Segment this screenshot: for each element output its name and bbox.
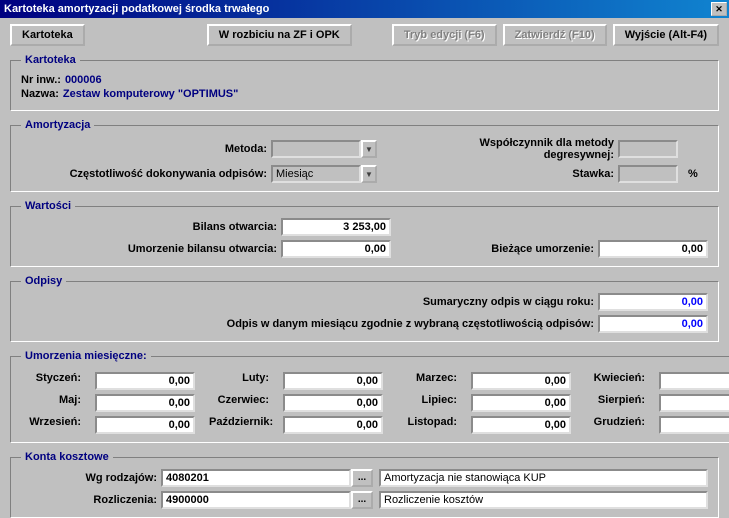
zatwierdz-button[interactable]: Zatwierdź (F10) [503, 24, 607, 46]
month-value: 0,00 [95, 394, 195, 412]
month-value: 0,00 [659, 372, 729, 390]
kartoteka-legend: Kartoteka [21, 54, 80, 66]
rodz-browse-button[interactable]: ... [351, 469, 373, 487]
month-label: Sierpień: [585, 394, 645, 412]
czest-value: Miesiąc [271, 165, 361, 183]
pct-label: % [688, 168, 708, 180]
biez-label: Bieżące umorzenie: [391, 243, 598, 255]
month-label: Czerwiec: [209, 394, 269, 412]
month-value: 0,00 [471, 394, 571, 412]
month-label: Lipiec: [397, 394, 457, 412]
rozl-browse-button[interactable]: ... [351, 491, 373, 509]
konta-legend: Konta kosztowe [21, 451, 113, 463]
metoda-select[interactable]: ▼ [271, 140, 461, 158]
month-label: Marzec: [397, 372, 457, 390]
month-label: Październik: [209, 416, 269, 434]
stawka-label: Stawka: [461, 168, 618, 180]
window-title: Kartoteka amortyzacji podatkowej środka … [2, 3, 711, 15]
month-value: 0,00 [95, 416, 195, 434]
miesiace-group: Umorzenia miesięczne: Styczeń: 0,00 Luty: 0… [10, 350, 729, 443]
month-value: 0,00 [659, 394, 729, 412]
kartoteka-group: Kartoteka Nr inw.: 000006 Nazwa: Zestaw … [10, 54, 719, 111]
rozl-label: Rozliczenia: [21, 494, 161, 506]
month-value: 0,00 [95, 372, 195, 390]
sum-odpis-value: 0,00 [598, 293, 708, 311]
amortyzacja-legend: Amortyzacja [21, 119, 94, 131]
chevron-down-icon: ▼ [361, 140, 377, 158]
month-value: 0,00 [659, 416, 729, 434]
month-label: Wrzesień: [21, 416, 81, 434]
sum-odpis-label: Sumaryczny odpis w ciągu roku: [21, 296, 598, 308]
month-label: Grudzień: [585, 416, 645, 434]
nrinw-label: Nr inw.: [21, 74, 61, 86]
rodz-code-input[interactable]: 4080201 [161, 469, 351, 487]
konta-group: Konta kosztowe Wg rodzajów: 4080201 ... … [10, 451, 719, 518]
odpisy-group: Odpisy Sumaryczny odpis w ciągu roku: 0,… [10, 275, 719, 342]
miesiace-legend: Umorzenia miesięczne: [21, 350, 151, 362]
umorz-bil-value: 0,00 [281, 240, 391, 258]
amortyzacja-group: Amortyzacja Metoda: ▼ Współczynnik dla m… [10, 119, 719, 192]
window-content: Kartoteka W rozbiciu na ZF i OPK Tryb ed… [0, 18, 729, 514]
umorz-bil-label: Umorzenie bilansu otwarcia: [21, 243, 281, 255]
stawka-input[interactable] [618, 165, 678, 183]
rozl-code-input[interactable]: 4900000 [161, 491, 351, 509]
nrinw-value: 000006 [65, 74, 102, 86]
month-value: 0,00 [471, 416, 571, 434]
kartoteka-button[interactable]: Kartoteka [10, 24, 85, 46]
czest-select[interactable]: Miesiąc ▼ [271, 165, 461, 183]
months-grid: Styczeń: 0,00 Luty: 0,00 Marzec: 0,00 Kwiecień… [21, 372, 729, 434]
month-label: Listopad: [397, 416, 457, 434]
month-value: 0,00 [283, 394, 383, 412]
wspol-label: Współczynnik dla metody degresywnej: [461, 137, 618, 161]
mies-odpis-label: Odpis w danym miesiącu zgodnie z wybraną… [21, 318, 598, 330]
titlebar: Kartoteka amortyzacji podatkowej środka … [0, 0, 729, 18]
czest-label: Częstotliwość dokonywania odpisów: [21, 168, 271, 180]
tryb-edycji-button[interactable]: Tryb edycji (F6) [392, 24, 497, 46]
wspol-input[interactable] [618, 140, 678, 158]
month-value: 0,00 [471, 372, 571, 390]
month-label: Styczeń: [21, 372, 81, 390]
wartosci-legend: Wartości [21, 200, 75, 212]
chevron-down-icon: ▼ [361, 165, 377, 183]
bilans-value: 3 253,00 [281, 218, 391, 236]
wartosci-group: Wartości Bilans otwarcia: 3 253,00 Umorz… [10, 200, 719, 267]
month-label: Maj: [21, 394, 81, 412]
biez-value: 0,00 [598, 240, 708, 258]
month-label: Kwiecień: [585, 372, 645, 390]
wyjscie-button[interactable]: Wyjście (Alt-F4) [613, 24, 719, 46]
nazwa-label: Nazwa: [21, 88, 59, 100]
month-value: 0,00 [283, 416, 383, 434]
rodz-label: Wg rodzajów: [21, 472, 161, 484]
mies-odpis-value: 0,00 [598, 315, 708, 333]
nazwa-value: Zestaw komputerowy "OPTIMUS" [63, 88, 238, 100]
toolbar: Kartoteka W rozbiciu na ZF i OPK Tryb ed… [10, 24, 719, 46]
rozbicie-button[interactable]: W rozbiciu na ZF i OPK [207, 24, 352, 46]
metoda-value [271, 140, 361, 158]
rozl-desc: Rozliczenie kosztów [379, 491, 708, 509]
odpisy-legend: Odpisy [21, 275, 66, 287]
month-label: Luty: [209, 372, 269, 390]
rodz-desc: Amortyzacja nie stanowiąca KUP [379, 469, 708, 487]
metoda-label: Metoda: [21, 143, 271, 155]
month-value: 0,00 [283, 372, 383, 390]
close-icon[interactable]: ✕ [711, 2, 727, 16]
bilans-label: Bilans otwarcia: [21, 221, 281, 233]
